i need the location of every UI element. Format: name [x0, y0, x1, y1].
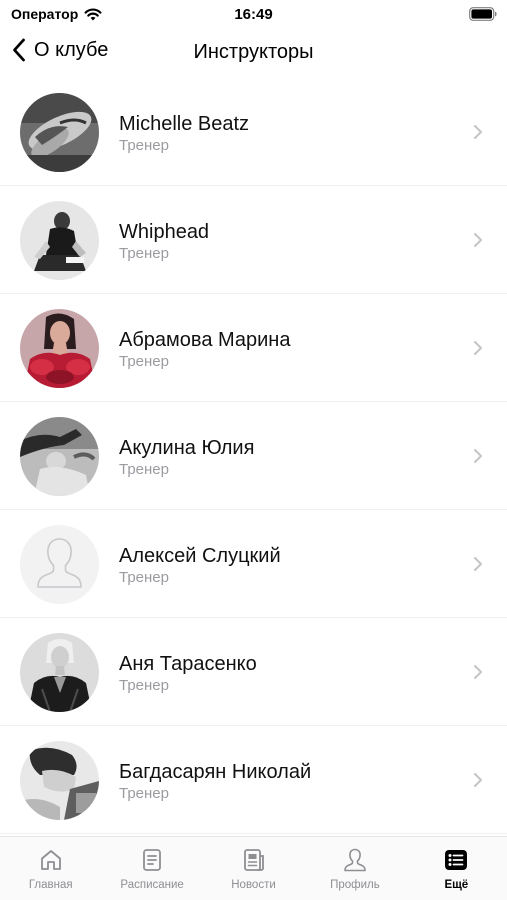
avatar-photo-bw-profile — [20, 741, 99, 820]
instructor-name: Michelle Beatz — [119, 113, 250, 135]
tab-bar: Главная Расписание Новости Профиль Ещё — [0, 836, 507, 900]
instructor-name: Багдасарян Николай — [119, 761, 312, 783]
news-icon — [243, 849, 264, 871]
avatar-placeholder-person — [20, 525, 99, 604]
avatar-photo-bw-seated — [20, 201, 99, 280]
tab-more[interactable]: Ещё — [406, 837, 507, 900]
chevron-right-icon — [474, 665, 482, 679]
avatar — [20, 525, 99, 604]
instructor-name: Whiphead — [119, 221, 210, 243]
tab-label: Главная — [28, 879, 73, 891]
avatar-photo-color-red-dress — [20, 309, 99, 388]
chevron-right-icon — [474, 773, 482, 787]
battery-icon — [469, 7, 497, 21]
instructor-role: Тренер — [119, 785, 169, 802]
avatar-photo-bw-tattoo — [20, 93, 99, 172]
avatar — [20, 309, 99, 388]
instructor-role: Тренер — [119, 569, 169, 586]
instructor-role: Тренер — [119, 353, 169, 370]
schedule-icon — [143, 849, 162, 871]
back-label: О клубе — [34, 38, 109, 61]
instructor-role: Тренер — [119, 677, 169, 694]
instructor-row[interactable]: Багдасарян Николай Тренер — [0, 726, 507, 834]
status-time: 16:49 — [234, 6, 273, 23]
tab-label: Новости — [231, 879, 276, 891]
more-icon — [445, 850, 468, 870]
tab-news[interactable]: Новости — [203, 837, 304, 900]
chevron-right-icon — [474, 125, 482, 139]
instructor-row[interactable]: Алексей Слуцкий Тренер — [0, 510, 507, 618]
avatar — [20, 741, 99, 820]
instructor-name: Алексей Слуцкий — [119, 545, 281, 567]
instructor-row[interactable]: Аня Тарасенко Тренер — [0, 618, 507, 726]
avatar-photo-bw-lying — [20, 417, 99, 496]
instructor-list: Michelle Beatz Тренер Whiphead Тренер Аб… — [0, 78, 507, 836]
instructor-role: Тренер — [119, 137, 169, 154]
avatar — [20, 417, 99, 496]
instructor-role: Тренер — [119, 461, 169, 478]
navigation-bar: О клубе Инструкторы — [0, 30, 507, 76]
profile-icon — [344, 848, 366, 872]
tab-home[interactable]: Главная — [0, 837, 101, 900]
instructor-name: Акулина Юлия — [119, 437, 255, 459]
instructor-row[interactable]: Whiphead Тренер — [0, 186, 507, 294]
back-button[interactable]: О клубе — [12, 38, 108, 62]
chevron-right-icon — [474, 557, 482, 571]
tab-label: Расписание — [120, 879, 184, 891]
avatar — [20, 201, 99, 280]
chevron-right-icon — [474, 341, 482, 355]
tab-profile[interactable]: Профиль — [304, 837, 405, 900]
chevron-right-icon — [474, 449, 482, 463]
chevron-left-icon — [13, 38, 25, 62]
instructor-row[interactable]: Акулина Юлия Тренер — [0, 402, 507, 510]
home-icon — [40, 850, 61, 870]
avatar — [20, 93, 99, 172]
tab-label: Профиль — [330, 879, 380, 891]
instructor-row[interactable]: Абрамова Марина Тренер — [0, 294, 507, 402]
status-bar: Оператор 16:49 — [0, 0, 507, 30]
chevron-right-icon — [474, 233, 482, 247]
avatar-photo-bw-portrait — [20, 633, 99, 712]
tab-schedule[interactable]: Расписание — [101, 837, 202, 900]
avatar — [20, 633, 99, 712]
instructor-name: Аня Тарасенко — [119, 653, 257, 675]
instructor-role: Тренер — [119, 245, 169, 262]
instructor-row[interactable]: Michelle Beatz Тренер — [0, 78, 507, 186]
tab-label: Ещё — [444, 879, 469, 891]
instructor-name: Абрамова Марина — [119, 329, 291, 351]
